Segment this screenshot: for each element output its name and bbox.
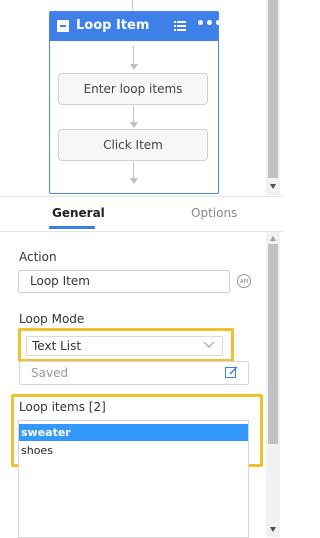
action-label: Action [19, 250, 57, 264]
loop-item-header[interactable]: Loop Item ••• [50, 12, 223, 41]
collapse-icon[interactable] [57, 20, 69, 32]
api-icon[interactable]: API [237, 274, 251, 288]
arrow-down-icon [130, 178, 138, 184]
scroll-up-icon[interactable] [270, 236, 276, 241]
saved-input[interactable]: Saved [19, 361, 249, 385]
tab-general[interactable]: General [52, 206, 105, 220]
saved-placeholder: Saved [31, 366, 69, 380]
arrow-down-icon [130, 64, 138, 70]
step-click-item[interactable]: Click Item [58, 129, 208, 161]
properties-scrollbar[interactable] [266, 232, 280, 537]
arrow-down-icon [130, 122, 138, 128]
loop-item-card[interactable]: Loop Item ••• Enter loop items Click Ite… [49, 11, 223, 194]
workflow-canvas[interactable]: Loop Item ••• Enter loop items Click Ite… [0, 0, 266, 196]
loop-items-list[interactable]: sweater shoes [18, 420, 249, 538]
list-icon[interactable] [174, 20, 186, 32]
canvas-scrollbar[interactable] [266, 0, 280, 195]
list-item[interactable]: shoes [19, 442, 248, 459]
scroll-down-icon[interactable] [270, 184, 276, 189]
step-enter-loop-items[interactable]: Enter loop items [58, 73, 208, 105]
more-options-icon[interactable]: ••• [196, 16, 223, 32]
loop-items-label: Loop items [2] [19, 400, 106, 414]
action-field[interactable]: Loop Item [18, 270, 230, 293]
loop-mode-highlight [18, 328, 234, 362]
properties-scrollbar-thumb[interactable] [268, 244, 278, 444]
list-item[interactable]: sweater [19, 424, 248, 441]
canvas-scrollbar-thumb[interactable] [268, 0, 278, 178]
scroll-down-icon[interactable] [270, 527, 276, 532]
action-value: Loop Item [30, 274, 90, 288]
loop-mode-label: Loop Mode [19, 312, 85, 326]
property-tabs: General Options [0, 196, 284, 232]
tab-options[interactable]: Options [191, 206, 237, 220]
flow-connector [132, 0, 133, 11]
edit-icon[interactable] [225, 366, 238, 379]
loop-item-title: Loop Item [76, 18, 150, 33]
active-tab-indicator [49, 226, 95, 229]
